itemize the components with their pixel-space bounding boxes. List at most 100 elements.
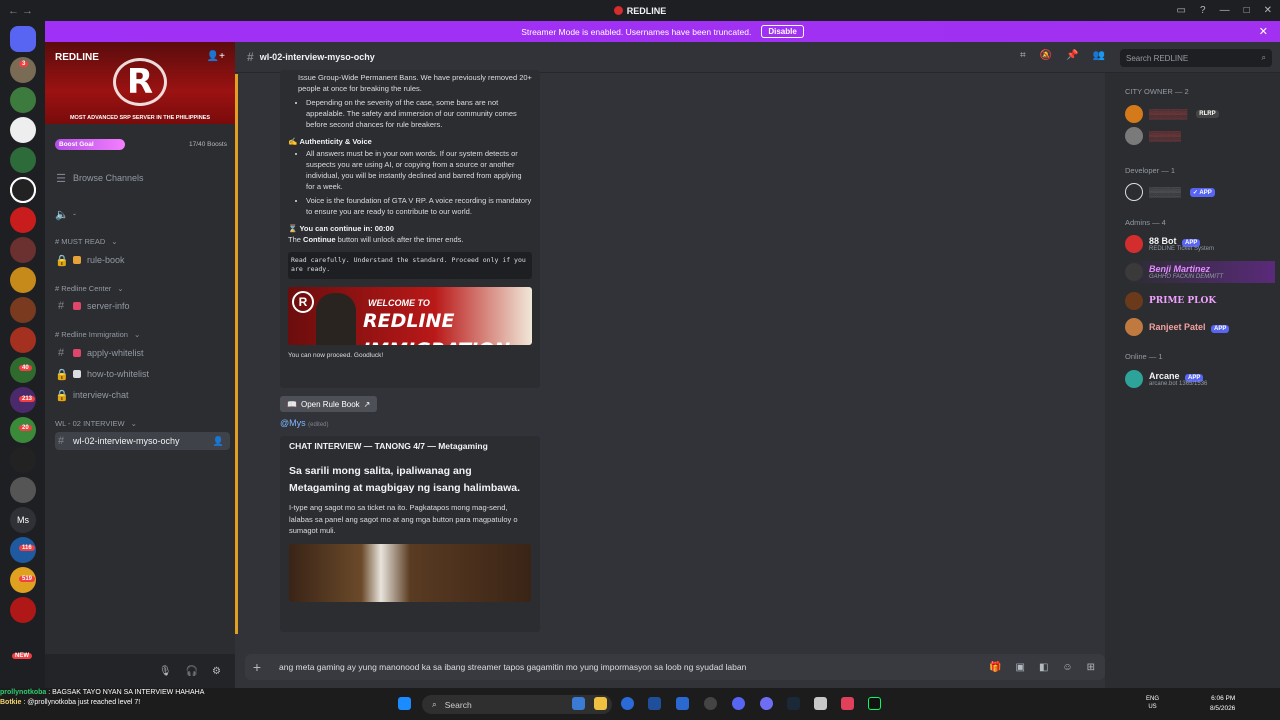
notification-bell-icon[interactable]: 🔕 — [1040, 50, 1052, 61]
threads-icon[interactable]: ⌗ — [1020, 50, 1026, 61]
channel-server-info[interactable]: # server-info — [55, 297, 230, 315]
message-author[interactable]: @Mys (edited) — [280, 418, 329, 428]
server-icon[interactable] — [10, 177, 36, 203]
server-icon[interactable]: Ms — [10, 507, 36, 533]
mention-badge: 116 — [19, 545, 35, 551]
discord-ptb-icon[interactable] — [760, 697, 773, 710]
server-name[interactable]: REDLINE — [55, 52, 99, 63]
terminal-icon[interactable] — [868, 697, 881, 710]
help-icon[interactable]: ? — [1200, 5, 1206, 16]
region-code: US — [1148, 703, 1157, 710]
member-name: Benji Martinez GAHHO FACKIN DEMMITT — [1149, 264, 1223, 280]
channel-how-to-whitelist[interactable]: 🔒 how-to-whitelist — [55, 365, 230, 383]
message-input[interactable]: ang meta gaming ay yung manonood ka sa i… — [279, 662, 746, 672]
gif-icon[interactable]: ▣ — [1015, 662, 1024, 673]
category-redline-immigration[interactable]: # Redline Immigration ⌄ — [55, 325, 230, 343]
ticker-line: prollynotkoba : BAGSAK TAYO NYAN SA INTE… — [0, 688, 204, 698]
language-indicator[interactable]: ENG US — [1146, 696, 1159, 712]
github-icon[interactable] — [704, 697, 717, 710]
outlook-icon[interactable] — [676, 697, 689, 710]
server-icon[interactable] — [10, 267, 36, 293]
category-label: # Redline Center — [55, 283, 112, 293]
channel-rule-book[interactable]: 🔒 rule-book — [55, 251, 230, 269]
boost-goal[interactable]: Boost Goal 17/40 Boosts — [55, 138, 227, 150]
server-banner[interactable]: REDLINE 👤+ R MOST ADVANCED SRP SERVER IN… — [45, 42, 235, 124]
server-icon[interactable] — [10, 327, 36, 353]
microphone-icon[interactable]: 🎙 — [159, 666, 172, 677]
server-icon[interactable] — [10, 297, 36, 323]
voice-channel[interactable]: 🔈 - — [55, 205, 230, 223]
new-badge: NEW — [12, 653, 32, 659]
external-link-icon: ↗ — [363, 399, 371, 409]
member-item[interactable]: ▒▒▒▒▒ — [1125, 125, 1275, 147]
boost-count: 17/40 Boosts — [189, 140, 227, 148]
channel-apply-whitelist[interactable]: # apply-whitelist — [55, 344, 230, 362]
sticker-icon[interactable]: ◧ — [1039, 662, 1048, 673]
code-block: Read carefully. Understand the standard.… — [288, 251, 532, 279]
member-item[interactable]: 88 Bot APP REDLINE Ticket System — [1125, 233, 1275, 255]
server-icon[interactable] — [10, 147, 36, 173]
invite-icon[interactable]: 👤+ — [207, 51, 225, 62]
inbox-icon[interactable]: ▭ — [1177, 5, 1186, 16]
message-composer[interactable]: + ang meta gaming ay yung manonood ka sa… — [245, 654, 1105, 680]
emoji-icon[interactable]: ☺ — [1062, 662, 1072, 673]
member-item[interactable]: ▒▒▒▒▒ ✓ APP — [1125, 181, 1275, 203]
author-name[interactable]: @Mys — [280, 418, 306, 428]
server-icon[interactable] — [10, 597, 36, 623]
member-item[interactable]: ▒▒▒▒▒▒ RLRP — [1125, 103, 1275, 125]
channel-interview-chat[interactable]: 🔒 interview-chat — [55, 386, 230, 404]
settings-gear-icon[interactable]: ⚙ — [212, 666, 221, 677]
member-item[interactable]: Benji Martinez GAHHO FACKIN DEMMITT — [1125, 261, 1275, 283]
back-arrow-icon[interactable]: ← → — [8, 5, 33, 17]
add-member-icon[interactable]: 👤 — [213, 436, 224, 447]
member-item[interactable]: PRIME PLOK — [1125, 290, 1275, 312]
steam-icon[interactable] — [787, 697, 800, 710]
member-group-header: CITY OWNER — 2 — [1125, 87, 1189, 96]
server-icon[interactable] — [10, 117, 36, 143]
edge-browser-icon[interactable] — [621, 697, 634, 710]
mention-badge: 519 — [19, 576, 36, 582]
add-attachment-icon[interactable]: + — [245, 659, 269, 675]
maximize-icon[interactable]: □ — [1244, 5, 1250, 16]
taskbar-clock[interactable]: 6:06 PM 8/5/2026 — [1210, 694, 1235, 714]
member-item[interactable]: Ranjeet Patel APP — [1125, 316, 1275, 338]
category-redline-center[interactable]: # Redline Center ⌄ — [55, 279, 230, 297]
file-explorer-icon[interactable] — [594, 697, 607, 710]
member-item[interactable]: Arcane APP arcane.bot 1365/1536 — [1125, 368, 1275, 390]
language-code: ENG — [1146, 696, 1160, 702]
server-icon[interactable] — [10, 87, 36, 113]
pin-icon[interactable]: 📌 — [1066, 50, 1078, 61]
member-list-icon[interactable]: 👥 — [1093, 50, 1105, 61]
open-rule-book-button[interactable]: 📖 Open Rule Book ↗ — [280, 396, 378, 412]
gift-icon[interactable]: 🎁 — [989, 662, 1001, 673]
redline-server-icon[interactable] — [10, 207, 36, 233]
voice-channel-label: - — [73, 209, 76, 219]
windows-start-icon[interactable] — [398, 697, 411, 710]
window-title-text: REDLINE — [626, 5, 667, 16]
browse-channels[interactable]: ☰ Browse Channels — [55, 169, 230, 187]
headphones-icon[interactable]: 🎧 — [186, 666, 198, 677]
minimize-icon[interactable]: — — [1220, 5, 1230, 16]
hash-icon: # — [57, 435, 65, 447]
store-icon[interactable] — [648, 697, 661, 710]
category-label: WL - 02 INTERVIEW — [55, 418, 125, 428]
notepad-icon[interactable] — [814, 697, 827, 710]
message-highlight-bar — [235, 74, 238, 634]
immigration-banner-image: R WELCOME TO REDLINE IMMIGRATION — [288, 287, 532, 345]
copilot-icon[interactable] — [572, 697, 585, 710]
category-wl-02-interview[interactable]: WL - 02 INTERVIEW ⌄ — [55, 414, 230, 432]
server-icon[interactable] — [10, 447, 36, 473]
server-icon[interactable] — [10, 237, 36, 263]
disable-streamer-mode-button[interactable]: Disable — [761, 25, 804, 38]
category-must-read[interactable]: # MUST READ ⌄ — [55, 232, 230, 250]
close-banner-icon[interactable]: ✕ — [1259, 25, 1268, 38]
apps-icon[interactable]: ⊞ — [1087, 662, 1095, 673]
close-icon[interactable]: ✕ — [1264, 5, 1272, 16]
server-icon[interactable] — [10, 477, 36, 503]
redline-logo-icon — [613, 6, 623, 15]
discord-icon[interactable] — [732, 697, 745, 710]
channel-wl-02-interview-myso-ochy[interactable]: # wl-02-interview-myso-ochy 👤 — [55, 432, 230, 450]
music-icon[interactable] — [841, 697, 854, 710]
search-input[interactable]: Search REDLINE ⌕ — [1120, 49, 1272, 67]
discord-home-icon[interactable] — [10, 26, 36, 52]
